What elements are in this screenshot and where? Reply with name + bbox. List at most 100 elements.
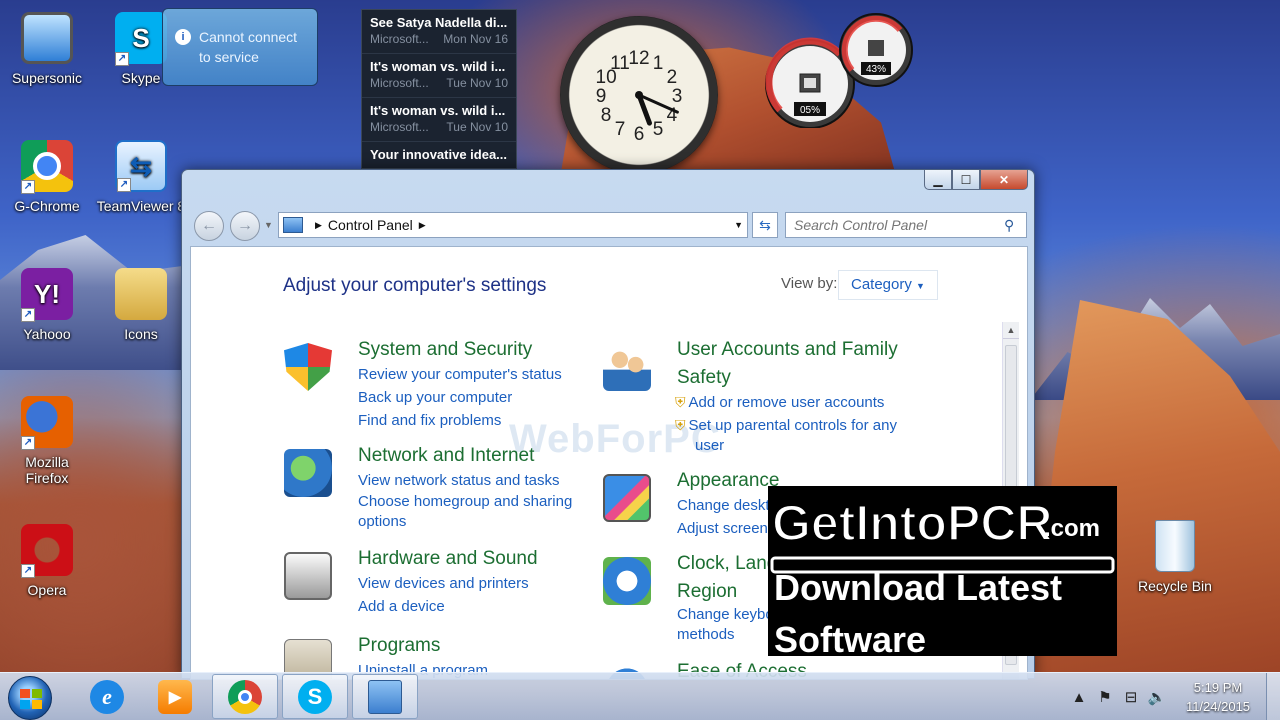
taskbar-skype[interactable]: S bbox=[282, 674, 348, 719]
clock-time: 5:19 PM bbox=[1193, 680, 1243, 695]
desktop-icon-chrome[interactable]: ↗ G-Chrome bbox=[2, 140, 92, 214]
desktop-icon-yahoo[interactable]: Y! ↗ Yahooo bbox=[2, 268, 92, 342]
clock-numeral: 3 bbox=[672, 86, 683, 107]
show-desktop-button[interactable] bbox=[1266, 673, 1280, 720]
address-dropdown-icon[interactable]: ▼ bbox=[734, 220, 743, 230]
minimize-button[interactable]: ▁ bbox=[924, 170, 952, 190]
desktop-icon-recycle-bin[interactable]: Recycle Bin bbox=[1130, 520, 1220, 594]
back-button[interactable]: ← bbox=[194, 211, 224, 241]
breadcrumb-control-panel[interactable]: Control Panel bbox=[328, 217, 413, 233]
link-review-status[interactable]: Review your computer's status bbox=[358, 363, 562, 386]
search-icon[interactable]: ⚲ bbox=[1004, 217, 1014, 234]
recent-pages-dropdown-icon[interactable]: ▼ bbox=[264, 220, 273, 230]
start-button[interactable] bbox=[8, 676, 52, 720]
category-title[interactable]: Appearance bbox=[677, 470, 779, 492]
printer-icon bbox=[284, 552, 332, 600]
category-title[interactable]: Network and Internet bbox=[358, 445, 534, 467]
link-parental-controls-continued[interactable]: user bbox=[675, 437, 897, 455]
desktop-icon-folder[interactable]: Icons bbox=[96, 268, 186, 342]
link-homegroup[interactable]: Choose homegroup and sharing bbox=[358, 492, 572, 512]
category-title[interactable]: Programs bbox=[358, 635, 440, 657]
recycle-bin-icon bbox=[1155, 520, 1195, 572]
notification-popup[interactable]: i Cannot connect to service bbox=[162, 8, 318, 86]
window-controls: ▁ ☐ ✕ bbox=[924, 170, 1028, 190]
navigation-bar: ← → ▼ ▶ Control Panel ▶ ▼ ⇆ ⚲ bbox=[192, 210, 1027, 241]
clock-numeral: 5 bbox=[653, 119, 664, 140]
search-input[interactable] bbox=[794, 217, 1004, 233]
news-headline: It's woman vs. wild i... bbox=[370, 103, 506, 118]
breadcrumb-chevron-icon[interactable]: ▶ bbox=[419, 220, 426, 231]
news-source: Microsoft... bbox=[370, 32, 429, 46]
control-panel-icon bbox=[368, 679, 402, 714]
close-button[interactable]: ✕ bbox=[980, 170, 1028, 190]
media-player-icon: ▶ bbox=[158, 679, 192, 714]
link-back-up[interactable]: Back up your computer bbox=[358, 386, 562, 409]
news-item[interactable]: See Satya Nadella di... Microsoft... Mon … bbox=[362, 10, 516, 54]
breadcrumb-chevron-icon[interactable]: ▶ bbox=[315, 220, 322, 231]
clock-numeral: 11 bbox=[610, 53, 630, 74]
category-title[interactable]: User Accounts and Family bbox=[677, 339, 898, 361]
desktop-icon-supersonic[interactable]: Supersonic bbox=[2, 12, 92, 86]
news-gadget: See Satya Nadella di... Microsoft... Mon … bbox=[361, 9, 517, 169]
category-title-continued[interactable]: Safety bbox=[677, 367, 731, 389]
link-add-device[interactable]: Add a device bbox=[358, 595, 529, 618]
network-icon[interactable]: ⊟ bbox=[1118, 688, 1144, 706]
banner-logo: GetIntoPCR .com Download Latest Software bbox=[770, 494, 1115, 656]
teamviewer-icon: ⇆ ↗ bbox=[115, 140, 167, 192]
link-network-status[interactable]: View network status and tasks bbox=[358, 469, 572, 492]
shortcut-arrow-icon: ↗ bbox=[115, 52, 129, 66]
cpu-meter-gadget[interactable]: 05% 43% bbox=[760, 10, 914, 129]
opera-icon: ↗ bbox=[21, 524, 73, 578]
desktop-icon-label: Icons bbox=[124, 326, 158, 342]
taskbar-chrome[interactable] bbox=[212, 674, 278, 719]
category-title[interactable]: System and Security bbox=[358, 339, 532, 361]
link-homegroup-continued[interactable]: options bbox=[358, 512, 572, 532]
clock-numeral: 7 bbox=[615, 119, 626, 140]
page-title: Adjust your computer's settings bbox=[283, 275, 547, 296]
clock-numeral: 6 bbox=[634, 124, 645, 145]
view-by-dropdown[interactable]: Category ▼ bbox=[838, 270, 938, 300]
news-item[interactable]: It's woman vs. wild i... Microsoft... Tue… bbox=[362, 54, 516, 98]
desktop-icon-firefox[interactable]: ↗ Mozilla Firefox bbox=[2, 396, 92, 486]
clock-numeral: 8 bbox=[601, 105, 612, 126]
taskbar-control-panel[interactable] bbox=[352, 674, 418, 719]
desktop-icon-opera[interactable]: ↗ Opera bbox=[2, 524, 92, 598]
taskbar-internet-explorer[interactable]: e bbox=[74, 674, 140, 719]
news-item[interactable]: Your innovative idea... bbox=[362, 142, 516, 168]
news-source: Microsoft... bbox=[370, 120, 429, 134]
link-parental-controls[interactable]: Set up parental controls for any bbox=[675, 414, 897, 437]
skype-icon: S ↗ bbox=[115, 12, 167, 66]
shortcut-arrow-icon: ↗ bbox=[21, 564, 35, 578]
search-box[interactable]: ⚲ bbox=[785, 212, 1027, 238]
link-add-remove-accounts[interactable]: Add or remove user accounts bbox=[675, 391, 897, 414]
internet-explorer-icon: e bbox=[90, 679, 124, 714]
link-fix-problems[interactable]: Find and fix problems bbox=[358, 409, 562, 432]
category-title-continued[interactable]: Region bbox=[677, 581, 737, 603]
shortcut-arrow-icon: ↗ bbox=[117, 178, 131, 192]
show-hidden-icons-icon[interactable]: ▲ bbox=[1066, 689, 1092, 706]
system-tray: ▲ ⚑ ⊟ 🔈 5:19 PM 11/24/2015 bbox=[1066, 673, 1280, 720]
skype-icon: S bbox=[298, 679, 332, 714]
scroll-up-arrow-icon[interactable]: ▲ bbox=[1003, 322, 1019, 339]
cpu-usage-value: 05% bbox=[800, 105, 820, 116]
desktop-icon-label: Mozilla Firefox bbox=[25, 454, 69, 486]
taskbar-media-player[interactable]: ▶ bbox=[142, 674, 208, 719]
category-title[interactable]: Hardware and Sound bbox=[358, 548, 538, 570]
maximize-button[interactable]: ☐ bbox=[952, 170, 980, 190]
desktop-icon-label: Skype bbox=[121, 70, 161, 86]
banner-line1: Download Latest bbox=[774, 567, 1062, 608]
desktop-icon-teamviewer[interactable]: ⇆ ↗ TeamViewer 8 bbox=[96, 140, 186, 214]
address-bar[interactable]: ▶ Control Panel ▶ ▼ bbox=[278, 212, 748, 238]
action-center-flag-icon[interactable]: ⚑ bbox=[1092, 688, 1118, 706]
desktop-icon-label: Supersonic bbox=[11, 70, 83, 86]
shortcut-arrow-icon: ↗ bbox=[21, 308, 35, 322]
refresh-button[interactable]: ⇆ bbox=[752, 212, 778, 238]
link-devices-printers[interactable]: View devices and printers bbox=[358, 572, 529, 595]
shield-icon bbox=[284, 343, 332, 391]
forward-button[interactable]: → bbox=[230, 211, 260, 241]
system-clock[interactable]: 5:19 PM 11/24/2015 bbox=[1170, 678, 1266, 716]
clock-gadget[interactable]: 12 1 2 3 4 5 6 7 8 9 10 11 bbox=[560, 16, 718, 174]
news-item[interactable]: It's woman vs. wild i... Microsoft... Tue… bbox=[362, 98, 516, 142]
volume-icon[interactable]: 🔈 bbox=[1144, 688, 1170, 706]
banner-line2: Software bbox=[774, 619, 926, 656]
